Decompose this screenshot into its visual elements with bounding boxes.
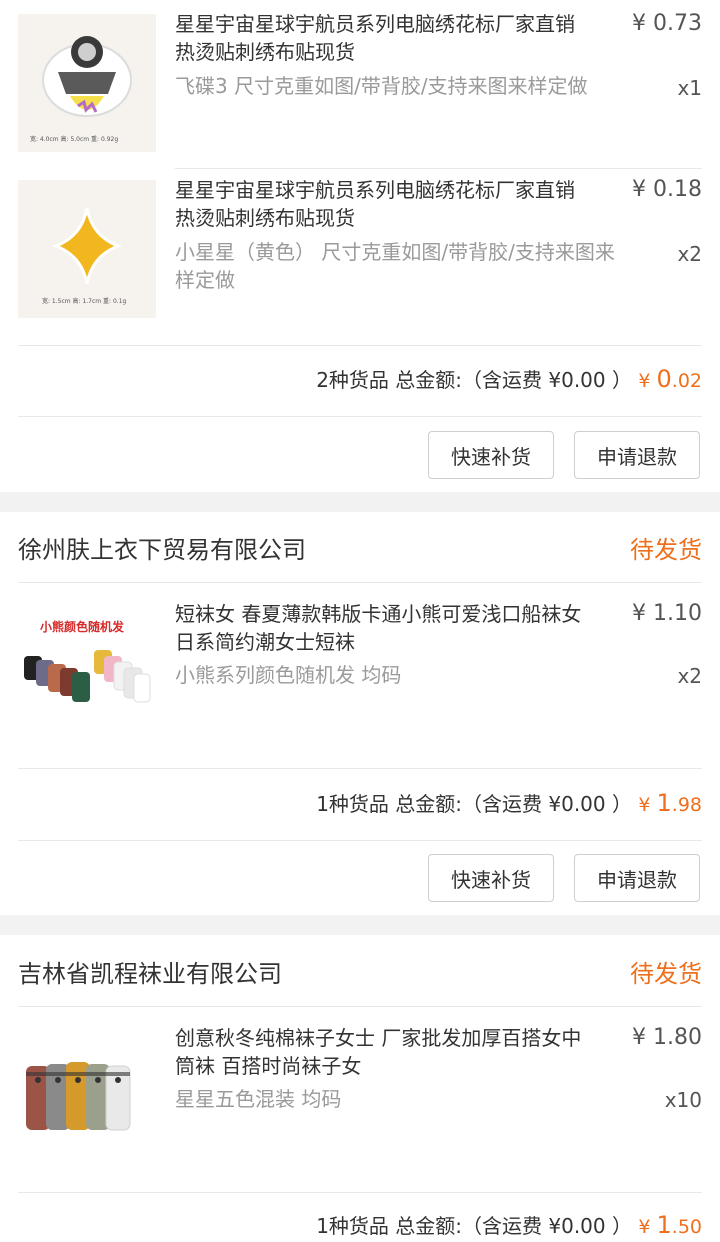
product-thumbnail[interactable]: 小熊颜色随机发 [18,598,156,736]
quick-restock-button[interactable]: 快速补货 [428,854,554,902]
summary-divider [18,768,702,769]
unit-price: ¥ 1.10 [632,601,702,626]
header-divider [18,582,702,583]
product-spec: 星星五色混装 均码 [175,1087,342,1111]
request-refund-button[interactable]: 申请退款 [574,431,700,479]
striped-socks-icon [18,1022,156,1160]
summary-divider [18,840,702,841]
quantity: x2 [677,664,702,688]
order-total: ¥ 1.98 [638,789,702,817]
order-summary: 1种货品 总金额:（含运费 ¥0.00 ） ¥ 1.50 [316,1211,702,1239]
summary-divider [18,416,702,417]
item-divider [175,168,702,169]
unit-price: ¥ 0.73 [632,11,702,36]
thumbnail-caption: 小熊颜色随机发 [40,620,125,634]
header-divider [18,1006,702,1007]
order-summary: 2种货品 总金额:（含运费 ¥0.00 ） ¥ 0.02 [316,365,702,393]
product-title[interactable]: 创意秋冬纯棉袜子女士 厂家批发加厚百搭女中 筒袜 百搭时尚袜子女 [175,1024,625,1080]
section-gap [0,915,720,935]
ufo-astronaut-patch-icon [18,14,156,152]
quick-restock-button[interactable]: 快速补货 [428,431,554,479]
product-thumbnail[interactable]: 宽: 4.0cm 高: 5.0cm 重: 0.92g [18,14,156,152]
quantity: x2 [677,242,702,266]
section-gap [0,492,720,512]
shop-name[interactable]: 吉林省凯程袜业有限公司 [18,954,282,989]
quantity: x10 [664,1088,702,1112]
product-title[interactable]: 星星宇宙星球宇航员系列电脑绣花标厂家直销 热烫贴刺绣布贴现货 [175,10,625,66]
order-total: ¥ 0.02 [638,365,702,393]
unit-price: ¥ 1.80 [632,1025,702,1050]
order-status: 待发货 [630,536,702,564]
order-summary: 1种货品 总金额:（含运费 ¥0.00 ） ¥ 1.98 [316,789,702,817]
product-spec: 小熊系列颜色随机发 均码 [175,663,402,687]
unit-price: ¥ 0.18 [632,177,702,202]
quantity: x1 [677,76,702,100]
product-thumbnail[interactable] [18,1022,156,1160]
thumbnail-caption: 宽: 1.5cm 高: 1.7cm 重: 0.1g [42,298,127,305]
order-status: 待发货 [630,960,702,988]
summary-divider [18,1192,702,1193]
thumbnail-caption: 宽: 4.0cm 高: 5.0cm 重: 0.92g [30,136,119,143]
product-title[interactable]: 短袜女 春夏薄款韩版卡通小熊可爱浅口船袜女 日系简约潮女士短袜 [175,600,625,656]
product-spec: 飞碟3 尺寸克重如图/带背胶/支持来图来样定做 [175,74,588,98]
shop-name[interactable]: 徐州肤上衣下贸易有限公司 [18,530,306,565]
order-total: ¥ 1.50 [638,1211,702,1239]
request-refund-button[interactable]: 申请退款 [574,854,700,902]
product-title[interactable]: 星星宇宙星球宇航员系列电脑绣花标厂家直销 热烫贴刺绣布贴现货 [175,176,625,232]
summary-divider [18,345,702,346]
product-thumbnail[interactable]: 宽: 1.5cm 高: 1.7cm 重: 0.1g [18,180,156,318]
product-spec: 小星星（黄色） 尺寸克重如图/带背胶/支持来图来 样定做 [175,240,615,292]
